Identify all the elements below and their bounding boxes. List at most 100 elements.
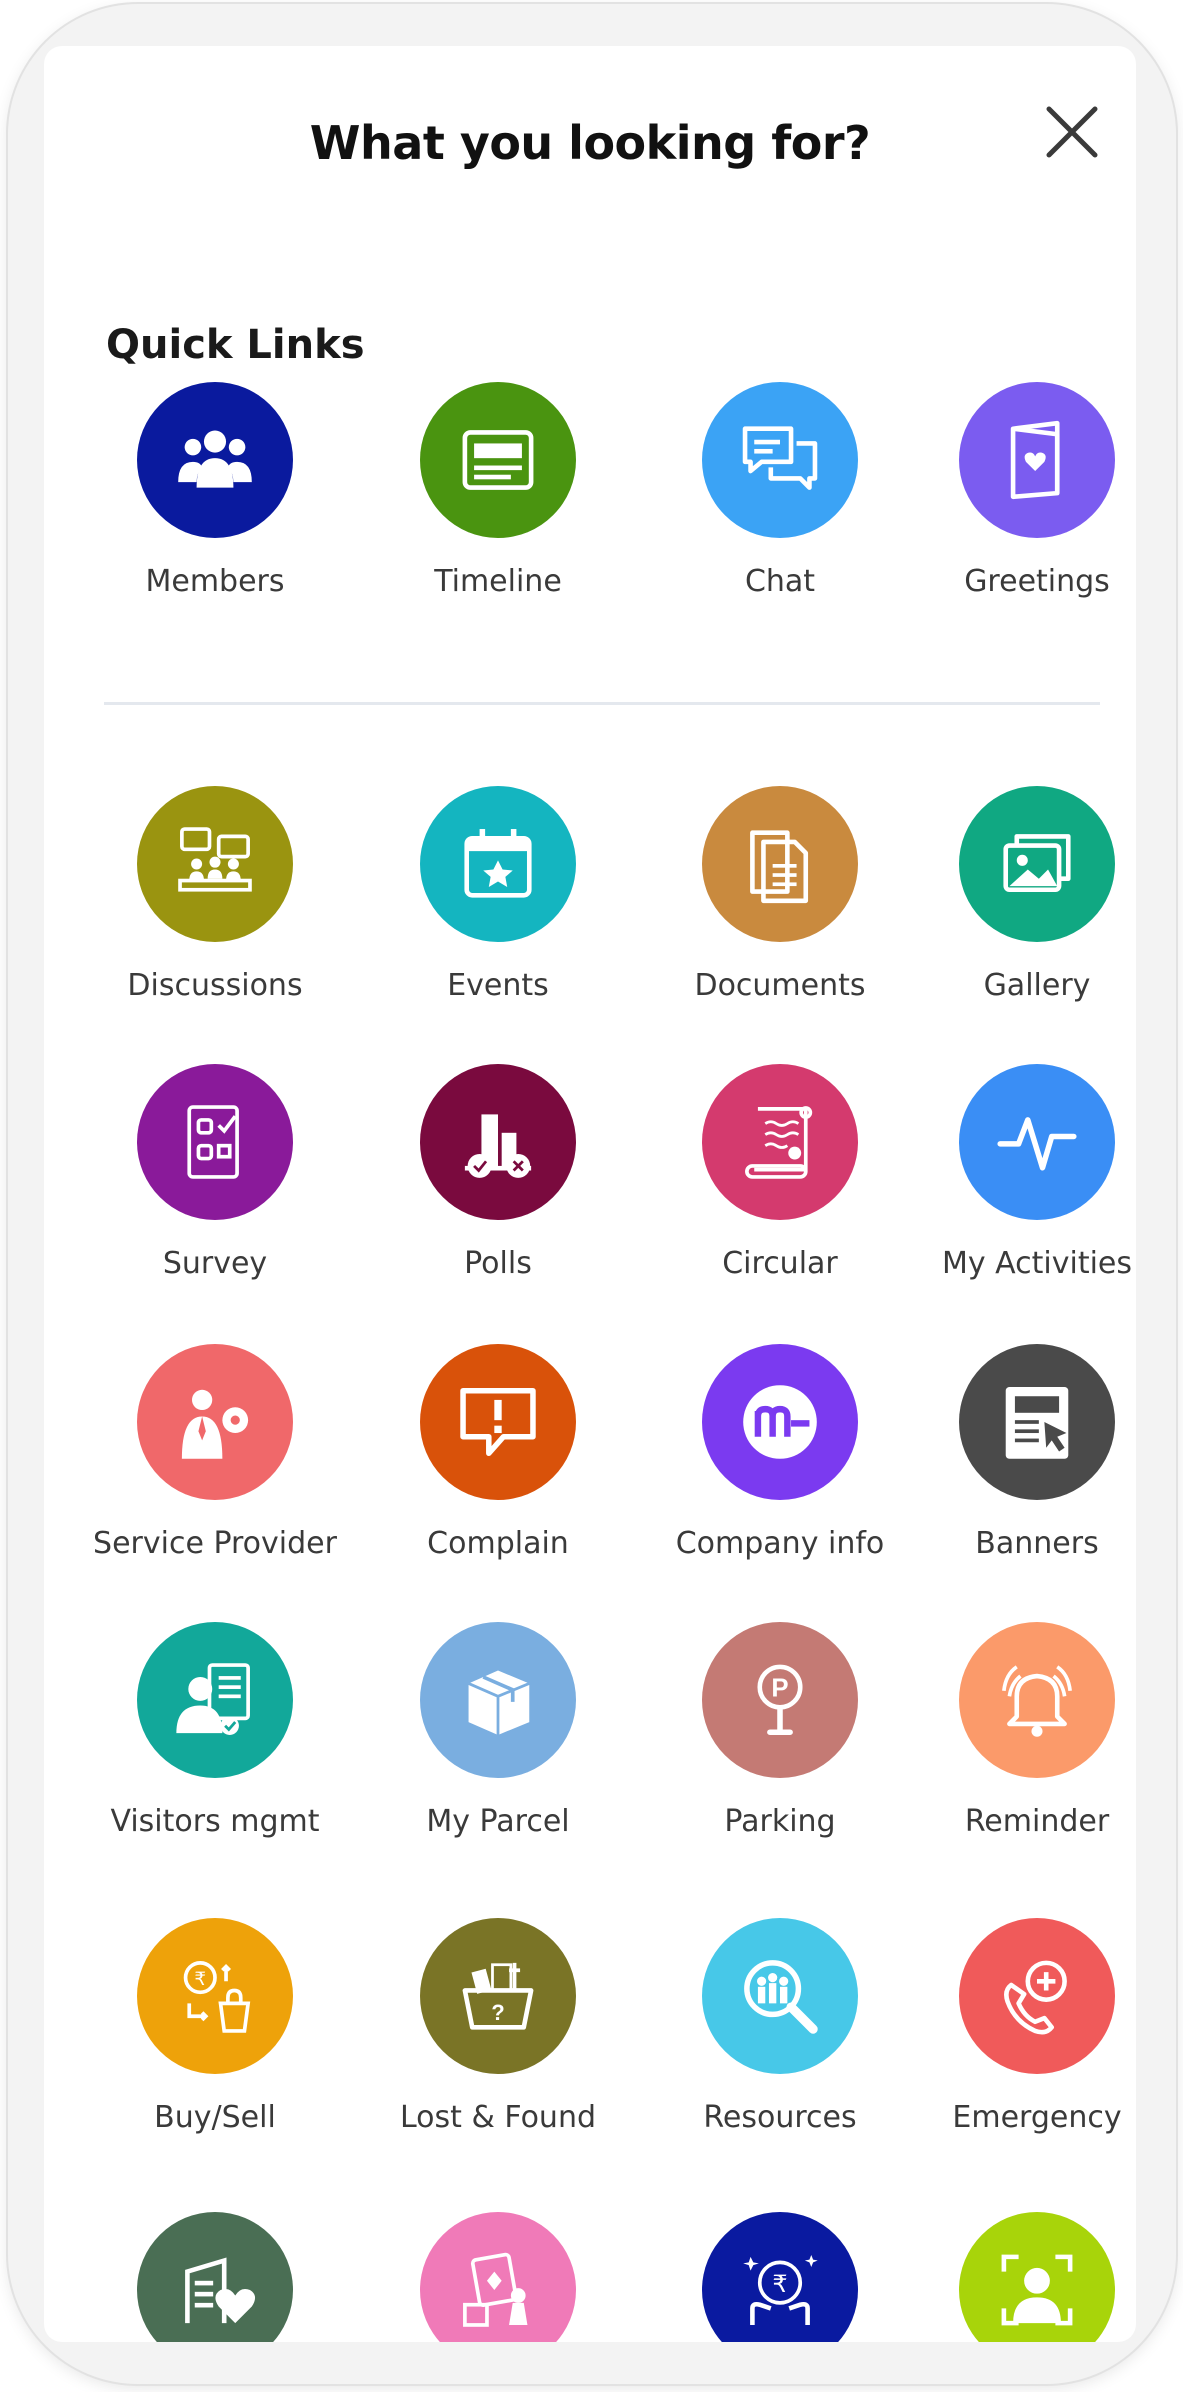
circular-icon xyxy=(745,1106,813,1179)
timeline-icon xyxy=(462,430,534,490)
svg-text:P: P xyxy=(771,1674,788,1702)
svg-text:₹: ₹ xyxy=(772,2270,787,2298)
tile-label: Service Provider xyxy=(93,1526,337,1561)
tile-icon-circle xyxy=(959,1622,1115,1778)
tile-icon-circle xyxy=(959,2212,1115,2342)
polls-icon xyxy=(464,1114,532,1178)
tile-reminder[interactable]: Reminder xyxy=(887,1622,1136,1839)
tile-games-icon[interactable] xyxy=(348,2212,648,2342)
service-provider-icon xyxy=(181,1389,249,1459)
events-icon xyxy=(464,829,532,898)
banners-icon xyxy=(1005,1387,1069,1459)
tile-label: Documents xyxy=(694,968,866,1003)
survey-icon xyxy=(187,1105,239,1179)
tile-emergency[interactable]: Emergency xyxy=(887,1918,1136,2135)
buy-sell-icon: ₹ xyxy=(183,1961,251,2033)
tile-icon-circle: ? xyxy=(420,1918,576,2074)
tile-icon-circle xyxy=(702,382,858,538)
tile-company-info[interactable]: Company info xyxy=(630,1344,930,1561)
company-info-icon xyxy=(743,1385,817,1459)
discussions-icon xyxy=(178,827,252,892)
tile-face-scan-icon[interactable] xyxy=(887,2212,1136,2342)
tile-polls[interactable]: Polls xyxy=(348,1064,648,1281)
tile-label: Events xyxy=(447,968,549,1003)
tile-icon-circle xyxy=(702,786,858,942)
tile-label: My Parcel xyxy=(426,1804,570,1839)
tile-events[interactable]: Events xyxy=(348,786,648,1003)
tile-my-activities[interactable]: My Activities xyxy=(887,1064,1136,1281)
tile-label: Circular xyxy=(722,1246,838,1281)
tile-banners[interactable]: Banners xyxy=(887,1344,1136,1561)
favorites-icon xyxy=(185,2257,256,2324)
chat-icon xyxy=(742,426,818,490)
tile-icon-circle xyxy=(702,1918,858,2074)
complain-icon xyxy=(460,1387,536,1457)
gallery-icon xyxy=(1003,834,1071,893)
tile-label: Polls xyxy=(464,1246,532,1281)
tile-icon-circle xyxy=(420,2212,576,2342)
resources-icon xyxy=(744,1960,818,2034)
face-scan-icon xyxy=(1001,2254,1073,2326)
tile-icon-circle xyxy=(137,1622,293,1778)
tile-discussions[interactable]: Discussions xyxy=(65,786,365,1003)
tile-circular[interactable]: Circular xyxy=(630,1064,930,1281)
tile-members[interactable]: Members xyxy=(65,382,365,599)
tile-resources[interactable]: Resources xyxy=(630,1918,930,2135)
tile-documents[interactable]: Documents xyxy=(630,786,930,1003)
reminder-icon xyxy=(1002,1665,1072,1737)
tile-icon-circle xyxy=(959,1344,1115,1500)
emergency-icon xyxy=(1004,1960,1067,2035)
tile-gallery[interactable]: Gallery xyxy=(887,786,1136,1003)
tile-label: Reminder xyxy=(964,1804,1110,1839)
tile-parking[interactable]: P Parking xyxy=(630,1622,930,1839)
tile-icon-circle xyxy=(137,786,293,942)
tile-icon-circle: ₹ xyxy=(137,1918,293,2074)
tile-rupee-award-icon[interactable]: ₹ xyxy=(630,2212,930,2342)
tile-label: Complain xyxy=(427,1526,569,1561)
tile-icon-circle xyxy=(137,382,293,538)
tile-label: My Activities xyxy=(941,1246,1133,1281)
tile-complain[interactable]: Complain xyxy=(348,1344,648,1561)
svg-text:₹: ₹ xyxy=(194,1969,206,1990)
tile-icon-circle: ₹ xyxy=(702,2212,858,2342)
tile-label: Discussions xyxy=(127,968,303,1003)
tile-label: Visitors mgmt xyxy=(110,1804,320,1839)
activity-icon xyxy=(997,1117,1077,1171)
tile-chat[interactable]: Chat xyxy=(630,382,930,599)
parcel-icon xyxy=(468,1670,530,1735)
tile-my-parcel[interactable]: My Parcel xyxy=(348,1622,648,1839)
lost-found-icon: ? xyxy=(462,1962,534,2030)
tile-buy-sell[interactable]: ₹ Buy/Sell xyxy=(65,1918,365,2135)
rupee-award-icon: ₹ xyxy=(743,2255,818,2325)
modal-sheet: What you looking for? Quick Links Member… xyxy=(44,46,1136,2342)
tile-icon-circle xyxy=(959,1918,1115,2074)
tile-visitors-mgmt[interactable]: Visitors mgmt xyxy=(65,1622,365,1839)
tile-icon-circle xyxy=(959,786,1115,942)
tile-timeline[interactable]: Timeline xyxy=(348,382,648,599)
tile-icon-circle xyxy=(420,1064,576,1220)
tile-service-provider[interactable]: Service Provider xyxy=(65,1344,365,1561)
tile-icon-circle xyxy=(420,382,576,538)
games-icon xyxy=(463,2252,528,2327)
tile-icon-circle: P xyxy=(702,1622,858,1778)
tile-icon-circle xyxy=(959,382,1115,538)
tile-label: Banners xyxy=(975,1526,1099,1561)
tile-label: Buy/Sell xyxy=(154,2100,276,2135)
tile-icon-circle xyxy=(702,1064,858,1220)
greetings-icon xyxy=(1010,420,1060,500)
tile-survey[interactable]: Survey xyxy=(65,1064,365,1281)
tile-label: Company info xyxy=(675,1526,885,1561)
tile-lost-found[interactable]: ? Lost & Found xyxy=(348,1918,648,2135)
tile-icon-circle xyxy=(702,1344,858,1500)
tile-label: Chat xyxy=(744,564,816,599)
tile-greetings[interactable]: Greetings xyxy=(887,382,1136,599)
tile-label: Survey xyxy=(162,1246,268,1281)
tile-label: Gallery xyxy=(983,968,1091,1003)
tile-label: Emergency xyxy=(952,2100,1122,2135)
documents-icon xyxy=(750,830,809,904)
parking-icon: P xyxy=(757,1664,803,1735)
tile-icon-circle xyxy=(420,1344,576,1500)
tile-label: Members xyxy=(145,564,285,599)
tile-favorites-icon[interactable] xyxy=(65,2212,365,2342)
phone-frame: What you looking for? Quick Links Member… xyxy=(8,4,1176,2384)
